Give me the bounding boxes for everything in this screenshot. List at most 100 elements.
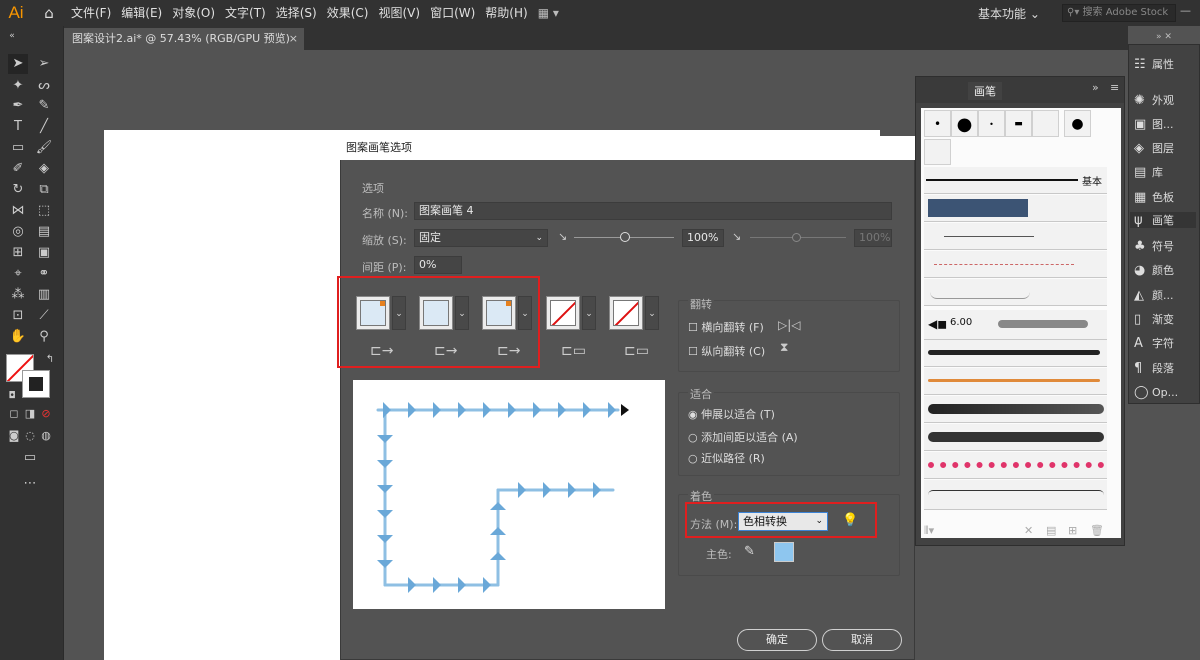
mesh-tool-icon[interactable]: ⊞ bbox=[8, 243, 28, 263]
dock-brushes[interactable]: ψ 画笔 bbox=[1130, 212, 1196, 228]
flip-vertical-checkbox[interactable]: ☐ 纵向翻转 (C) bbox=[688, 343, 765, 359]
eraser-tool-icon[interactable]: ◈ bbox=[34, 159, 54, 179]
window-controls-icon[interactable]: — bbox=[1180, 4, 1191, 17]
ok-button[interactable]: 确定 bbox=[737, 629, 817, 651]
panel-expand-icon[interactable]: » bbox=[1092, 81, 1099, 94]
fit-spacing-radio[interactable]: ○ 添加间距以适合 (A) bbox=[688, 429, 798, 445]
key-color-swatch[interactable] bbox=[774, 542, 794, 562]
width-tool-icon[interactable]: ⋈ bbox=[8, 201, 28, 221]
dock-color-guide[interactable]: ◭ 颜... bbox=[1134, 287, 1174, 303]
brush-row-art-3[interactable] bbox=[924, 396, 1107, 423]
brush-dot-tiny[interactable]: • bbox=[978, 110, 1005, 137]
brush-dot-large[interactable]: ● bbox=[951, 110, 978, 137]
column-graph-tool-icon[interactable]: ▥ bbox=[34, 285, 54, 305]
brush-dash[interactable]: ▬ bbox=[1005, 110, 1032, 137]
remove-stroke-icon[interactable]: ✕ bbox=[1024, 524, 1033, 537]
start-tile[interactable] bbox=[546, 296, 580, 330]
menu-edit[interactable]: 编辑(E) bbox=[116, 0, 167, 26]
scale-percent-field[interactable]: 100% bbox=[682, 229, 724, 247]
brush-dot-medium[interactable]: ● bbox=[1064, 110, 1091, 137]
home-icon[interactable]: ⌂ bbox=[32, 4, 66, 22]
brush-row-pattern-4[interactable] bbox=[924, 279, 1107, 306]
stroke-swatch[interactable] bbox=[22, 370, 50, 398]
name-field[interactable]: 图案画笔 4 bbox=[414, 202, 892, 220]
panel-tab-brushes[interactable]: 画笔 bbox=[968, 82, 1002, 100]
brush-row-art-6[interactable] bbox=[924, 480, 1107, 510]
type-tool-icon[interactable]: T bbox=[8, 117, 28, 137]
dock-gradient[interactable]: ▯ 渐变 bbox=[1134, 311, 1174, 327]
brush-row-pattern-3[interactable] bbox=[924, 251, 1107, 278]
end-tile[interactable] bbox=[609, 296, 643, 330]
brush-dot-small[interactable]: • bbox=[924, 110, 951, 137]
document-tab[interactable]: 图案设计2.ai* @ 57.43% (RGB/GPU 预览) × bbox=[64, 28, 304, 50]
brush-row-art-1[interactable] bbox=[924, 340, 1107, 367]
scale-slider-thumb[interactable] bbox=[620, 232, 630, 242]
curvature-tool-icon[interactable]: ✎ bbox=[34, 96, 54, 116]
brush-libraries-icon[interactable]: ⫴▾ bbox=[924, 524, 934, 538]
spacing-field[interactable]: 0% bbox=[414, 256, 462, 274]
menu-file[interactable]: 文件(F) bbox=[66, 0, 116, 26]
menu-window[interactable]: 窗口(W) bbox=[425, 0, 480, 26]
slice-tool-icon[interactable]: ⟋ bbox=[34, 306, 54, 326]
none-mode-icon[interactable]: ⊘ bbox=[36, 404, 56, 424]
scale-tool-icon[interactable]: ⧉ bbox=[34, 180, 54, 200]
line-tool-icon[interactable]: ╱ bbox=[34, 117, 54, 137]
brush-row-basic[interactable]: 基本 bbox=[924, 167, 1107, 194]
stock-search-input[interactable]: ⚲▾ 搜索 Adobe Stock bbox=[1062, 4, 1176, 22]
options-icon[interactable]: ▤ bbox=[1046, 524, 1056, 537]
dock-graphic-styles[interactable]: ▣ 图... bbox=[1134, 116, 1174, 132]
eyedropper-tool-icon[interactable]: ⌖ bbox=[8, 264, 28, 284]
brush-row-bristle[interactable]: ◀◼ 6.00 bbox=[924, 310, 1107, 340]
gradient-tool-icon[interactable]: ▣ bbox=[34, 243, 54, 263]
dock-collapse-icon[interactable]: » ✕ bbox=[1156, 32, 1172, 42]
dock-layers[interactable]: ◈ 图层 bbox=[1134, 140, 1174, 156]
dock-paragraph[interactable]: ¶ 段落 bbox=[1134, 360, 1174, 376]
end-tile-dropdown[interactable]: ⌄ bbox=[645, 296, 659, 330]
fit-stretch-radio[interactable]: ◉ 伸展以适合 (T) bbox=[688, 406, 775, 422]
dock-color[interactable]: ◕ 颜色 bbox=[1134, 262, 1174, 278]
paintbrush-tool-icon[interactable]: 🖌 bbox=[34, 138, 54, 158]
flip-horizontal-checkbox[interactable]: ☐ 横向翻转 (F) bbox=[688, 319, 764, 335]
scale-slider[interactable] bbox=[574, 232, 674, 242]
dock-character[interactable]: A 字符 bbox=[1134, 335, 1174, 351]
menu-effect[interactable]: 效果(C) bbox=[322, 0, 374, 26]
rectangle-tool-icon[interactable]: ▭ bbox=[8, 138, 28, 158]
dock-opentype[interactable]: ◯ Op... bbox=[1134, 385, 1178, 400]
lasso-tool-icon[interactable]: ᔕ bbox=[34, 76, 54, 96]
brush-row-art-4[interactable] bbox=[924, 424, 1107, 451]
brush-blank-2[interactable] bbox=[924, 139, 951, 165]
more-tools-icon[interactable]: ⋯ bbox=[20, 474, 40, 494]
brush-row-pattern-2[interactable] bbox=[924, 223, 1107, 250]
pen-tool-icon[interactable]: ✒ bbox=[8, 96, 28, 116]
key-color-eyedropper-icon[interactable]: ✎ bbox=[744, 544, 755, 559]
close-icon[interactable]: × bbox=[289, 28, 298, 50]
hand-tool-icon[interactable]: ✋ bbox=[8, 327, 28, 347]
dock-appearance[interactable]: ✺ 外观 bbox=[1134, 92, 1174, 108]
default-colors-icon[interactable]: ◘ bbox=[2, 386, 22, 406]
selection-tool-icon[interactable]: ➤ bbox=[8, 54, 28, 74]
delete-brush-icon[interactable]: 🗑 bbox=[1090, 524, 1104, 537]
zoom-tool-icon[interactable]: ⚲ bbox=[34, 327, 54, 347]
arrange-documents-icon[interactable]: ▦ ▾ bbox=[533, 0, 564, 26]
brush-blank[interactable] bbox=[1032, 110, 1059, 137]
perspective-grid-tool-icon[interactable]: ▤ bbox=[34, 222, 54, 242]
free-transform-tool-icon[interactable]: ⬚ bbox=[34, 201, 54, 221]
menu-object[interactable]: 对象(O) bbox=[167, 0, 220, 26]
dock-swatches[interactable]: ▦ 色板 bbox=[1134, 189, 1174, 205]
new-brush-icon[interactable]: ⊞ bbox=[1068, 524, 1077, 537]
fit-approx-radio[interactable]: ○ 近似路径 (R) bbox=[688, 450, 765, 466]
cancel-button[interactable]: 取消 bbox=[822, 629, 902, 651]
magic-wand-tool-icon[interactable]: ✦ bbox=[8, 76, 28, 96]
workspace-switcher[interactable]: 基本功能 ⌄ bbox=[978, 5, 1040, 22]
collapse-icon[interactable]: « bbox=[2, 26, 22, 46]
draw-inside-icon[interactable]: ◍ bbox=[36, 426, 56, 446]
rotate-tool-icon[interactable]: ↻ bbox=[8, 180, 28, 200]
brush-row-pattern-1[interactable] bbox=[924, 195, 1107, 222]
artboard-tool-icon[interactable]: ⊡ bbox=[8, 306, 28, 326]
menu-view[interactable]: 视图(V) bbox=[373, 0, 425, 26]
menu-help[interactable]: 帮助(H) bbox=[480, 0, 532, 26]
menu-select[interactable]: 选择(S) bbox=[271, 0, 322, 26]
panel-menu-icon[interactable]: ≡ bbox=[1110, 81, 1119, 94]
scale-select[interactable]: 固定 ⌄ bbox=[414, 229, 548, 247]
direct-selection-tool-icon[interactable]: ➢ bbox=[34, 54, 54, 74]
